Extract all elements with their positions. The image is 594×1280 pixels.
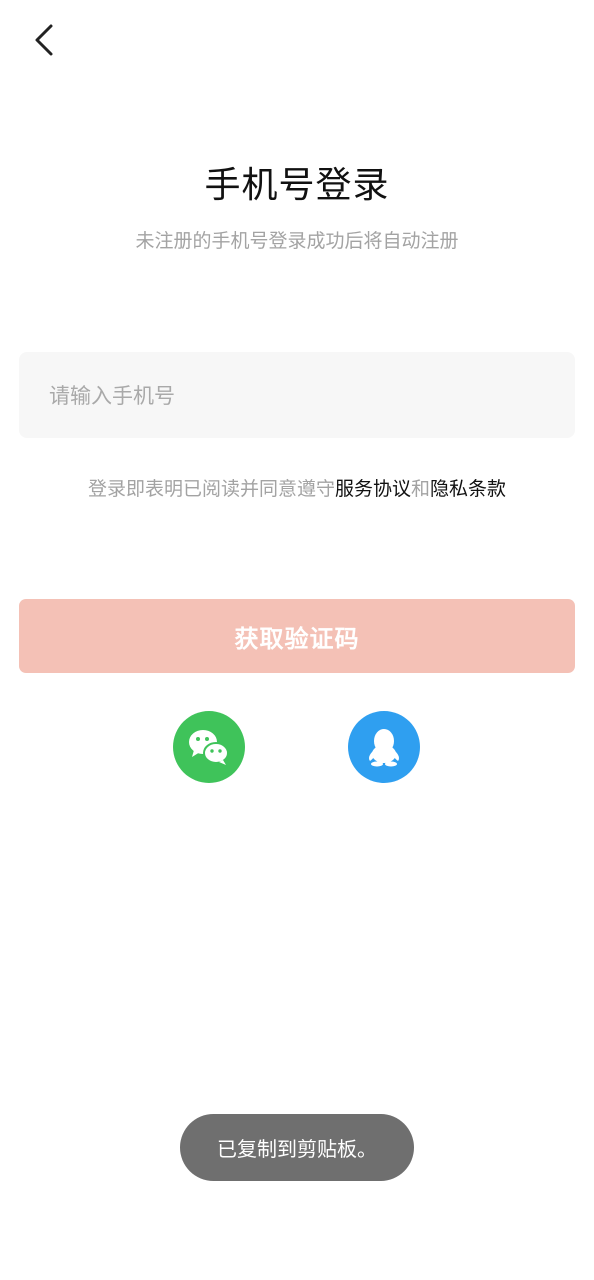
qq-icon <box>369 729 399 767</box>
page-title: 手机号登录 <box>204 165 390 206</box>
toast-message: 已复制到剪贴板。 <box>180 1114 414 1181</box>
wechat-icon <box>189 730 229 765</box>
login-page: 手机号登录 未注册的手机号登录成功后将自动注册 登录即表明已阅读并同意遵守服务协… <box>0 0 594 1280</box>
privacy-policy-link[interactable]: 隐私条款 <box>430 478 506 500</box>
service-agreement-link[interactable]: 服务协议 <box>335 478 411 500</box>
phone-input[interactable] <box>47 352 551 440</box>
agreement-text: 登录即表明已阅读并同意遵守服务协议和隐私条款 <box>0 474 594 501</box>
page-subtitle: 未注册的手机号登录成功后将自动注册 <box>135 230 459 252</box>
qq-login-button[interactable] <box>348 711 420 783</box>
agreement-prefix: 登录即表明已阅读并同意遵守 <box>87 478 335 500</box>
phone-field[interactable] <box>19 352 575 440</box>
agreement-conjunction: 和 <box>411 478 431 500</box>
wechat-login-button[interactable] <box>173 711 245 783</box>
get-code-button[interactable]: 获取验证码 <box>19 599 575 673</box>
chevron-left-icon <box>35 24 53 56</box>
back-button[interactable] <box>22 18 66 62</box>
